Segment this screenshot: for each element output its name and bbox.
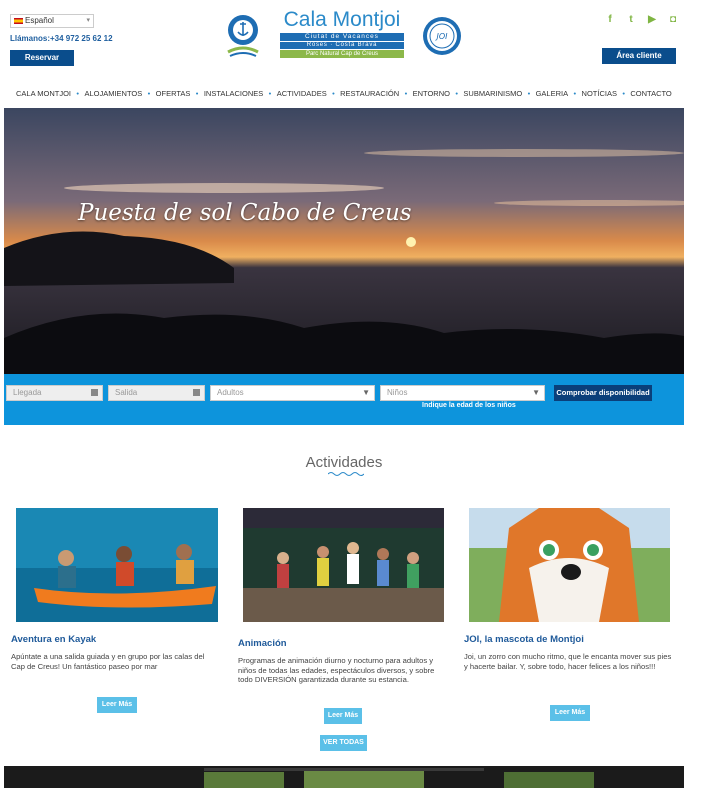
main-nav: CALA MONTJOI • ALOJAMIENTOS • OFERTAS • INS… [16,88,672,100]
nav-item-cala-montjoi[interactable]: CALA MONTJOI [16,88,71,100]
chevron-down-icon: ▾ [86,17,90,24]
hero-sunset-image [4,108,684,374]
anchor-emblem-icon [227,15,259,57]
youtube-icon[interactable]: ▶ [646,14,658,25]
fox-mascot-photo[interactable] [469,508,670,622]
read-more-kayak-button[interactable]: Leer Más [97,697,137,713]
card-title-kayak[interactable]: Aventura en Kayak [11,634,96,645]
brand-location: Roses · Costa Brava [280,42,404,49]
card-text-kayak: Apúntate a una salida guiada y en grupo … [11,652,205,671]
nav-separator: • [332,89,335,98]
nav-item-galeria[interactable]: GALERIA [536,88,569,100]
twitter-icon[interactable]: t [625,14,637,25]
read-more-animation-button[interactable]: Leer Más [324,708,362,724]
card-title-animation[interactable]: Animación [238,638,287,649]
kayak-photo[interactable] [16,508,218,622]
nav-separator: • [455,89,459,98]
section-title: Actividades [305,454,383,471]
nav-separator: • [268,89,272,98]
children-age-note: Indique la edad de los niños [422,402,516,409]
phone-number: Llámanos:+34 972 25 62 12 [10,34,113,43]
wave-divider-icon [328,472,364,476]
chevron-down-icon: ▼ [532,388,540,397]
spain-flag-icon [14,18,23,24]
mascot-badge-icon: JOI [423,17,461,55]
check-availability-button[interactable]: Comprobar disponibilidad [554,385,652,401]
nav-separator: • [404,89,408,98]
nav-item-actividades[interactable]: ACTIVIDADES [277,88,327,100]
nav-separator: • [622,89,625,98]
calendar-icon [193,389,200,396]
see-all-button[interactable]: VER TODAS [320,735,367,751]
nav-separator: • [147,89,151,98]
nav-item-restauracion[interactable]: RESTAURACIÓN [340,88,399,100]
language-label: Español [25,16,54,25]
brand-name: Cala Montjoi [283,8,401,31]
nav-item-entorno[interactable]: ENTORNO [413,88,450,100]
chevron-down-icon: ▼ [362,388,370,397]
nav-separator: • [573,89,577,98]
facebook-icon[interactable]: f [604,14,616,25]
nav-item-contacto[interactable]: CONTACTO [630,88,671,100]
brand-tagline: Parc Natural Cap de Creus [280,50,404,58]
hero-title: Puesta de sol Cabo de Creus [78,200,412,226]
nav-item-submarinismo[interactable]: SUBMARINISMO [463,88,522,100]
brand-logo[interactable]: Cala Montjoi Ciutat de Vacances Roses · … [280,8,404,58]
nav-item-alojamientos[interactable]: ALOJAMIENTOS [84,88,142,100]
children-select[interactable]: Niños ▼ [380,385,545,401]
card-title-mascot[interactable]: JOI, la mascota de Montjoi [464,634,584,645]
departure-date-input[interactable]: Salida [108,385,205,401]
adults-placeholder: Adultos [217,388,244,397]
departure-placeholder: Salida [115,388,138,397]
nav-separator: • [527,89,531,98]
card-text-animation: Programas de animación diurno y nocturno… [238,656,435,684]
reserve-button[interactable]: Reservar [10,50,74,66]
calendar-icon [91,389,98,396]
bottom-banner-image [4,766,684,788]
nav-item-ofertas[interactable]: OFERTAS [156,88,191,100]
language-select[interactable]: Español ▾ [10,14,94,28]
arrival-date-input[interactable]: Llegada [6,385,103,401]
social-links: f t ▶ ◘ [604,14,679,25]
animation-show-photo[interactable] [243,508,444,622]
nav-item-instalaciones[interactable]: INSTALACIONES [204,88,263,100]
nav-separator: • [76,89,80,98]
brand-subtitle: Ciutat de Vacances [280,33,404,41]
client-area-button[interactable]: Área cliente [602,48,676,64]
booking-bar: Llegada Salida Adultos ▼ Niños ▼ Comprob… [4,374,684,425]
instagram-icon[interactable]: ◘ [667,14,679,25]
card-text-mascot: Joi, un zorro con mucho ritmo, que le en… [464,652,672,671]
arrival-placeholder: Llegada [13,388,42,397]
children-placeholder: Niños [387,388,408,397]
adults-select[interactable]: Adultos ▼ [210,385,375,401]
read-more-mascot-button[interactable]: Leer Más [550,705,590,721]
badge-text: JOI [434,32,448,41]
nav-separator: • [195,89,199,98]
nav-item-noticias[interactable]: NOTÍCIAS [582,88,617,100]
